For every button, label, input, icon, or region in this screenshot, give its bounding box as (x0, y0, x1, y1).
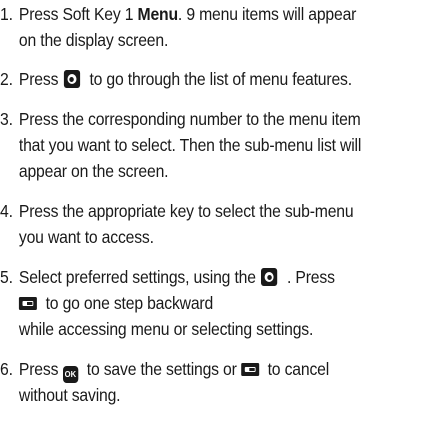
step-4: 4. Press the appropriate key to select th… (0, 198, 396, 250)
step-3-line-2: that you want to select. Then the sub-me… (18, 135, 362, 155)
step-5: 5. Select preferred settings, using the .… (0, 264, 396, 342)
step-text: Select preferred settings, using the (18, 267, 256, 287)
step-6: 6. Press OK to save the settings or to can… (0, 356, 396, 408)
step-4-line-1: 4. Press the appropriate key to select th… (0, 198, 396, 224)
step-4-line-2: you want to access. (18, 227, 154, 247)
step-number: 2. (0, 69, 13, 89)
step-text: to save the settings or (82, 359, 237, 379)
step-number: 3. (0, 109, 13, 129)
step-number: 4. (0, 201, 13, 221)
step-2-line-1: 2. Press to go through the list of menu f… (0, 66, 396, 92)
step-2: 2. Press to go through the list of menu f… (0, 66, 396, 92)
step-1-line-1: 1. Press Soft Key 1 Menu. 9 menu items wi… (0, 1, 396, 27)
step-text: . Press (282, 267, 335, 287)
soft-key-icon (18, 297, 37, 310)
step-3: 3. Press the corresponding number to the … (0, 106, 396, 184)
step-5-line-3: while accessing menu or selecting settin… (18, 319, 314, 339)
step-3-line-1: 3. Press the corresponding number to the … (0, 106, 396, 132)
step-5-line-2: to go one step backward (0, 290, 396, 316)
step-1-line-2: on the display screen. (18, 30, 169, 50)
step-text: Press (18, 69, 59, 89)
soft-key-icon (240, 363, 259, 376)
step-3-line-3: appear on the screen. (18, 161, 169, 181)
step-text: Press Soft Key 1 (18, 4, 138, 24)
step-1: 1. Press Soft Key 1 Menu. 9 menu items wi… (0, 1, 396, 53)
step-number: 1. (0, 4, 13, 24)
step-text: . 9 menu items will appear (177, 4, 357, 24)
navigation-key-icon (63, 70, 80, 88)
step-text: to go one step backward (41, 293, 214, 313)
step-text: to go through the list of menu features. (85, 69, 352, 89)
step-text: Press the appropriate key to select the … (18, 201, 354, 221)
step-number: 5. (0, 267, 13, 287)
step-text: Press the corresponding number to the me… (18, 109, 361, 129)
navigation-key-icon (261, 268, 278, 286)
instruction-page: 1. Press Soft Key 1 Menu. 9 menu items wi… (0, 0, 444, 434)
menu-label: Menu (137, 4, 179, 24)
step-6-line-2: without saving. (18, 385, 121, 405)
step-number: 6. (0, 359, 13, 379)
step-text: Press (18, 359, 59, 379)
step-5-line-1: 5. Select preferred settings, using the .… (0, 264, 396, 290)
step-text: to cancel (263, 359, 330, 379)
step-6-line-1: 6. Press OK to save the settings or to can… (0, 356, 396, 383)
ok-key-icon: OK (62, 366, 79, 383)
